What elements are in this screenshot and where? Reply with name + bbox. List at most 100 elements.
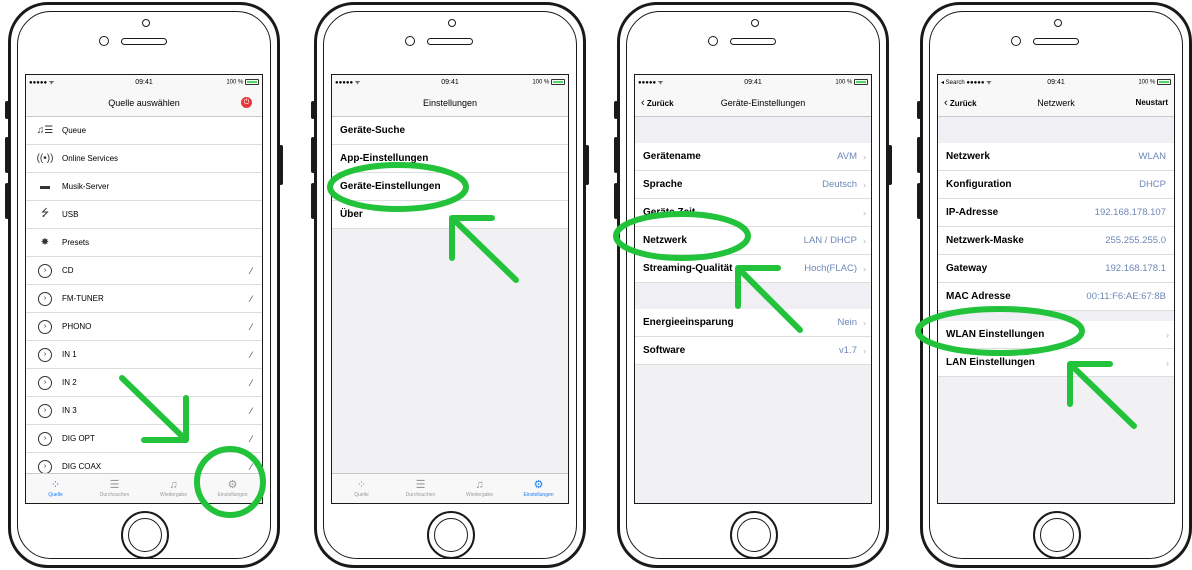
input-label: IN 1 [62, 350, 77, 359]
chevron-right-icon: › [863, 317, 866, 328]
network-info-group: Netzwerk WLAN Konfiguration DHCP IP-Adresse 1… [938, 143, 1174, 311]
presets-icon: ✸ [40, 237, 50, 248]
screen-geraete-einstellungen: ●●●●● ᯤ 09:41 100 % ‹ Zurück Geräte-Eins… [634, 74, 872, 504]
chevron-right-icon: › [863, 151, 866, 162]
home-button[interactable] [730, 511, 778, 559]
neustart-button[interactable]: Neustart [1136, 98, 1168, 107]
setting-row-gerätename[interactable]: Gerätename AVM › [635, 143, 871, 171]
setting-row-software[interactable]: Software v1.7 › [635, 337, 871, 365]
input-item-in-2[interactable]: › IN 2 ⁄ [26, 369, 262, 397]
chevron-right-circle-icon: › [38, 459, 52, 474]
info-row-konfiguration: Konfiguration DHCP [938, 171, 1174, 199]
chevron-right-circle-icon: › [38, 375, 52, 390]
input-item-cd[interactable]: › CD ⁄ [26, 257, 262, 285]
tab-durchsuchen[interactable]: ☰ Durchsuchen [85, 474, 144, 503]
tab-label: Einstellungen [523, 492, 554, 498]
nav-bar: ‹ Zurück Netzwerk Neustart [938, 89, 1174, 117]
settings-item-wlan-einstellungen[interactable]: WLAN Einstellungen › [938, 321, 1174, 349]
info-label: Netzwerk [946, 151, 990, 162]
durchsuchen-icon: ☰ [109, 479, 120, 491]
chevron-right-circle-icon: › [38, 263, 52, 278]
phone-4: ◂ Search ●●●●● ᯤ 09:41 100 % ‹ Zurück Ne… [917, 2, 1192, 568]
screen-einstellungen: ●●●●● ᯤ 09:41 100 % Einstellungen Geräte… [331, 74, 569, 504]
settings-item-lan-einstellungen[interactable]: LAN Einstellungen › [938, 349, 1174, 377]
network-settings-group: WLAN Einstellungen › LAN Einstellungen › [938, 321, 1174, 377]
tab-bar: ⁘ Quelle ☰ Durchsuchen ♫ Wiedergabe ⚙ Einstellu… [26, 473, 262, 503]
nav-bar: Einstellungen [332, 89, 568, 117]
tab-einstellungen[interactable]: ⚙ Einstellungen [203, 474, 262, 503]
einstellungen-icon: ⚙ [227, 479, 238, 491]
online-services-icon: ((•)) [36, 153, 54, 164]
tab-quelle[interactable]: ⁘ Quelle [332, 474, 391, 503]
battery-icon [854, 78, 868, 85]
edit-icon[interactable]: ⁄ [250, 266, 252, 276]
chevron-left-icon: ‹ [641, 96, 645, 109]
setting-row-netzwerk[interactable]: Netzwerk LAN / DHCP › [635, 227, 871, 255]
edit-icon[interactable]: ⁄ [250, 406, 252, 416]
input-item-dig-opt[interactable]: › DIG OPT ⁄ [26, 425, 262, 453]
back-button[interactable]: ‹ Zurück [944, 97, 977, 109]
edit-icon[interactable]: ⁄ [250, 434, 252, 444]
tab-einstellungen[interactable]: ⚙ Einstellungen [509, 474, 568, 503]
source-label: Queue [62, 126, 87, 135]
edit-icon[interactable]: ⁄ [250, 378, 252, 388]
input-item-in-1[interactable]: › IN 1 ⁄ [26, 341, 262, 369]
tab-durchsuchen[interactable]: ☰ Durchsuchen [391, 474, 450, 503]
settings-item-app-einstellungen[interactable]: App-Einstellungen [332, 145, 568, 173]
battery-icon [245, 78, 259, 85]
einstellungen-icon: ⚙ [533, 479, 544, 491]
setting-label: Streaming-Qualität [643, 263, 733, 274]
tab-bar: ⁘ Quelle ☰ Durchsuchen ♫ Wiedergabe ⚙ Einstellu… [332, 473, 568, 503]
info-value: 00:11:F6:AE:67:8B [1086, 291, 1166, 302]
source-item-online-services[interactable]: ((•)) Online Services [26, 145, 262, 173]
input-label: CD [62, 266, 74, 275]
edit-icon[interactable]: ⁄ [250, 322, 252, 332]
wiedergabe-icon: ♫ [475, 479, 484, 491]
tab-wiedergabe[interactable]: ♫ Wiedergabe [144, 474, 203, 503]
home-button[interactable] [121, 511, 169, 559]
info-value: DHCP [1139, 179, 1166, 190]
tab-quelle[interactable]: ⁘ Quelle [26, 474, 85, 503]
home-button[interactable] [1033, 511, 1081, 559]
chevron-right-icon: › [863, 235, 866, 246]
input-label: IN 2 [62, 378, 77, 387]
info-label: MAC Adresse [946, 291, 1011, 302]
setting-row-geräte-zeit[interactable]: Geräte Zeit › [635, 199, 871, 227]
info-row-mac-adresse: MAC Adresse 00:11:F6:AE:67:8B [938, 283, 1174, 311]
page-title: Geräte-Einstellungen [720, 97, 806, 108]
input-label: DIG COAX [62, 462, 102, 471]
edit-icon[interactable]: ⁄ [250, 294, 252, 304]
source-item-musik-server[interactable]: ▬ Musik-Server [26, 173, 262, 201]
setting-row-energieeinsparung[interactable]: Energieeinsparung Nein › [635, 309, 871, 337]
settings-item-geräte-suche[interactable]: Geräte-Suche [332, 117, 568, 145]
power-icon[interactable]: ⏻ [241, 97, 252, 108]
screen-netzwerk: ◂ Search ●●●●● ᯤ 09:41 100 % ‹ Zurück Ne… [937, 74, 1175, 504]
input-label: DIG OPT [62, 434, 95, 443]
info-row-netzwerk-maske: Netzwerk-Maske 255.255.255.0 [938, 227, 1174, 255]
setting-value: Deutsch [822, 179, 857, 190]
tab-wiedergabe[interactable]: ♫ Wiedergabe [450, 474, 509, 503]
input-item-phono[interactable]: › PHONO ⁄ [26, 313, 262, 341]
screen-quelle: ●●●●● ᯤ 09:41 100 % Quelle auswählen ⏻ ♫… [25, 74, 263, 504]
edit-icon[interactable]: ⁄ [250, 462, 252, 472]
tab-label: Quelle [354, 492, 369, 498]
info-value: WLAN [1138, 151, 1166, 162]
source-item-queue[interactable]: ♫☰ Queue [26, 117, 262, 145]
source-item-presets[interactable]: ✸ Presets [26, 229, 262, 257]
setting-value: v1.7 [839, 345, 857, 356]
settings-item-über[interactable]: Über [332, 201, 568, 229]
back-button[interactable]: ‹ Zurück [641, 97, 674, 109]
input-item-fm-tuner[interactable]: › FM-TUNER ⁄ [26, 285, 262, 313]
setting-row-streaming-qualität[interactable]: Streaming-Qualität Hoch(FLAC) › [635, 255, 871, 283]
source-item-usb[interactable]: ⭍ USB [26, 201, 262, 229]
chevron-right-icon: › [863, 179, 866, 190]
input-item-in-3[interactable]: › IN 3 ⁄ [26, 397, 262, 425]
setting-row-sprache[interactable]: Sprache Deutsch › [635, 171, 871, 199]
info-label: Konfiguration [946, 179, 1012, 190]
nav-bar: Quelle auswählen ⏻ [26, 89, 262, 117]
home-button[interactable] [427, 511, 475, 559]
setting-label: Geräte Zeit [643, 207, 696, 218]
settings-item-geräte-einstellungen[interactable]: Geräte-Einstellungen [332, 173, 568, 201]
edit-icon[interactable]: ⁄ [250, 350, 252, 360]
setting-value: AVM [837, 151, 857, 162]
